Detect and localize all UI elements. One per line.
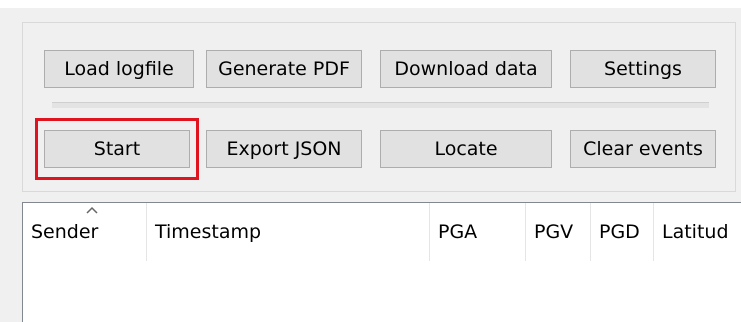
locate-button[interactable]: Locate (380, 130, 552, 168)
toolbar-separator (52, 102, 709, 108)
header-divider (23, 261, 741, 262)
column-header-label: PGA (438, 221, 478, 243)
column-header-pgd[interactable]: PGD (591, 203, 654, 261)
settings-button[interactable]: Settings (570, 50, 716, 88)
export-json-button[interactable]: Export JSON (206, 130, 362, 168)
column-header-latitude[interactable]: Latitud (654, 203, 741, 261)
column-header-pga[interactable]: PGA (430, 203, 526, 261)
events-list[interactable]: Sender Timestamp PGA PGV PGD Latitud (22, 202, 741, 322)
start-button-highlight (35, 118, 199, 180)
column-header-label: PGD (599, 221, 640, 243)
column-header-pgv[interactable]: PGV (526, 203, 591, 261)
column-header-label: Sender (31, 221, 99, 243)
window-top-strip (0, 0, 741, 8)
generate-pdf-button[interactable]: Generate PDF (206, 50, 362, 88)
column-header-sender[interactable]: Sender (23, 203, 147, 261)
sort-ascending-icon (86, 206, 98, 214)
clear-events-button[interactable]: Clear events (570, 130, 716, 168)
download-data-button[interactable]: Download data (380, 50, 552, 88)
column-header-label: PGV (534, 221, 574, 243)
column-header-label: Timestamp (155, 221, 262, 243)
column-header-timestamp[interactable]: Timestamp (147, 203, 430, 261)
column-header-label: Latitud (662, 221, 729, 243)
load-logfile-button[interactable]: Load logfile (44, 50, 194, 88)
